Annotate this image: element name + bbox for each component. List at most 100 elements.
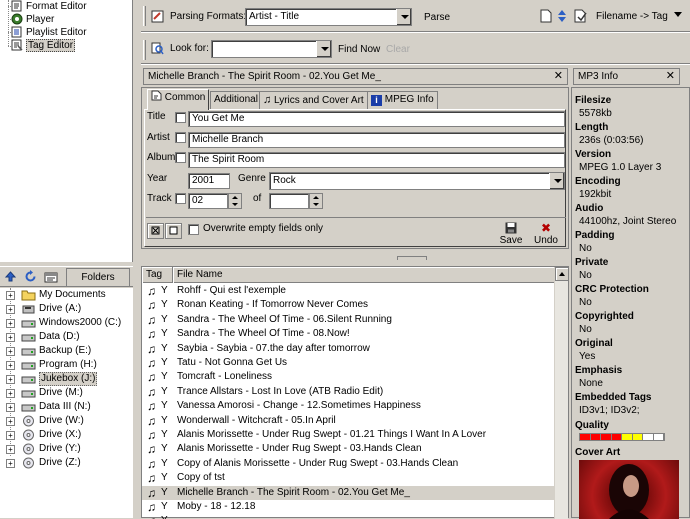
expand-icon[interactable]: + (6, 403, 15, 412)
parsing-format-select[interactable]: Artist - Title (245, 8, 412, 26)
file-name: Moby - 18 - 12.18 (177, 501, 256, 512)
close-icon[interactable]: ✕ (554, 69, 563, 84)
cd-drive-icon (21, 415, 36, 427)
tab-mpeg-info[interactable]: i MPEG Info (367, 91, 438, 109)
swap-arrows-icon[interactable] (557, 9, 567, 23)
up-arrow-icon[interactable] (4, 270, 17, 283)
scroll-up-button[interactable] (555, 267, 569, 281)
expand-icon[interactable]: + (6, 389, 15, 398)
select-none-button[interactable] (165, 223, 182, 239)
save-button[interactable]: Save (499, 222, 523, 248)
expand-icon[interactable]: + (6, 431, 15, 440)
list-item-selected[interactable]: ♫ Y Michelle Branch - The Spirit Room - 02… (142, 485, 556, 500)
list-item[interactable]: ♫ Y Copy of tst (142, 471, 556, 485)
list-item[interactable]: ♫ Y Alanis Morissette - Under Rug Swept - … (142, 442, 556, 456)
chevron-down-icon[interactable] (316, 41, 331, 57)
track-spinner[interactable] (228, 193, 242, 209)
tab-lyrics-cover-art[interactable]: ♫ Lyrics and Cover Art (259, 91, 368, 109)
toolbar-grip[interactable] (143, 6, 146, 26)
track-total-field[interactable] (269, 193, 309, 209)
search-input[interactable] (211, 40, 332, 58)
nav-item-playlist-editor[interactable]: Playlist Editor (11, 26, 87, 39)
clear-button[interactable]: Clear (386, 43, 410, 57)
expand-icon[interactable]: + (6, 361, 15, 370)
folder-view-icon[interactable] (44, 270, 58, 283)
nav-item-format-editor[interactable]: Format Editor (11, 0, 87, 13)
undo-label: Undo (534, 235, 558, 246)
artist-checkbox[interactable] (175, 132, 186, 143)
new-document-icon[interactable] (540, 9, 552, 23)
list-item[interactable]: ♫ Y Sandra - The Wheel Of Time - 08.Now! (142, 327, 556, 341)
album-field[interactable]: The Spirit Room (188, 152, 565, 168)
artist-label: Artist (147, 132, 170, 143)
expand-icon[interactable]: + (6, 375, 15, 384)
year-field[interactable]: 2001 (188, 173, 230, 189)
expand-icon[interactable]: + (6, 459, 15, 468)
toolbar-grip[interactable] (143, 40, 146, 60)
pane-splitter[interactable] (133, 0, 141, 518)
expand-icon[interactable]: + (6, 319, 15, 328)
file-name: Rohff - Qui est l'exemple (177, 285, 286, 296)
list-item[interactable]: ♫ Y Ronan Keating - If Tomorrow Never Come… (142, 298, 556, 312)
column-header-file-name[interactable]: File Name (173, 267, 556, 283)
tag-status: Y (161, 385, 168, 397)
expand-icon[interactable]: + (6, 417, 15, 426)
chevron-down-icon[interactable] (549, 173, 564, 189)
select-all-button[interactable] (147, 223, 164, 239)
list-item[interactable]: ♫ Y Wonderwall - Witchcraft - 05.In April (142, 414, 556, 428)
tab-common[interactable]: Common (147, 89, 210, 110)
title-field[interactable]: You Get Me (188, 111, 565, 127)
list-item[interactable]: ♫ Y Saybia - Saybia - 07.the day after tom… (142, 342, 556, 356)
tag-status: Y (161, 313, 168, 325)
genre-select[interactable]: Rock (269, 172, 565, 190)
nav-item-player[interactable]: Player (11, 13, 54, 26)
close-icon[interactable]: ✕ (666, 69, 675, 84)
music-note-icon: ♫ (147, 341, 156, 356)
filename-to-tag-button[interactable]: Filename -> Tag (596, 10, 668, 24)
parse-button[interactable]: Parse (424, 11, 450, 25)
list-item[interactable]: ♫ Y Moby - 18 - 12.18 (142, 500, 556, 514)
filename-to-tag-icon[interactable] (574, 9, 588, 23)
track-field[interactable]: 02 (188, 193, 228, 209)
list-item[interactable]: ♫ Y Trance Allstars - Lost In Love (ATB Ra… (142, 385, 556, 399)
artist-field[interactable]: Michelle Branch (188, 132, 565, 148)
column-header-tag[interactable]: Tag (142, 267, 173, 283)
refresh-icon[interactable] (24, 270, 37, 283)
track-total-spinner[interactable] (309, 193, 323, 209)
undo-button[interactable]: ✖ Undo (533, 222, 559, 248)
genre-label: Genre (238, 173, 266, 184)
folder-tree-label: Backup (E:) (39, 345, 92, 356)
info-value: No (579, 270, 592, 281)
find-now-button[interactable]: Find Now (338, 43, 380, 57)
nav-item-tag-editor[interactable]: Tag Editor (11, 39, 76, 52)
tag-status: Y (161, 400, 168, 412)
horizontal-splitter[interactable] (0, 262, 133, 266)
expand-icon[interactable]: + (6, 305, 15, 314)
chevron-down-icon[interactable] (674, 12, 682, 18)
list-item[interactable]: ♫ Y Tomcraft - Loneliness (142, 370, 556, 384)
cover-art-image[interactable] (579, 460, 679, 519)
list-item[interactable]: ♫ Y Tatu - Not Gonna Get Us (142, 356, 556, 370)
track-checkbox[interactable] (175, 193, 186, 204)
toolbar-divider (141, 63, 690, 65)
list-item[interactable]: ♫ Y Sandra - The Wheel Of Time - 06.Silent… (142, 313, 556, 327)
overwrite-checkbox[interactable] (188, 224, 199, 235)
list-item[interactable]: ♫ Y Copy of Alanis Morissette - Under Rug … (142, 457, 556, 471)
expand-icon[interactable]: + (6, 347, 15, 356)
expand-icon[interactable]: + (6, 333, 15, 342)
album-checkbox[interactable] (175, 152, 186, 163)
list-item[interactable]: ♫Y (142, 514, 556, 519)
tab-additional[interactable]: Additional (210, 91, 262, 109)
chevron-down-icon[interactable] (396, 9, 411, 25)
tag-status: Y (161, 342, 168, 354)
list-item[interactable]: ♫ Y Alanis Morissette - Under Rug Swept - … (142, 428, 556, 442)
title-checkbox[interactable] (175, 112, 186, 123)
editor-list-splitter[interactable] (141, 251, 571, 264)
folders-tab[interactable]: Folders (66, 268, 130, 286)
list-item[interactable]: ♫ Y Vanessa Amorosi - Change - 12.Sometime… (142, 399, 556, 413)
vertical-scrollbar[interactable] (554, 267, 569, 519)
collapse-handle-icon[interactable] (397, 256, 427, 260)
list-item[interactable]: ♫ Y Rohff - Qui est l'exemple (142, 284, 556, 298)
expand-icon[interactable]: + (6, 445, 15, 454)
expand-icon[interactable]: + (6, 291, 15, 300)
